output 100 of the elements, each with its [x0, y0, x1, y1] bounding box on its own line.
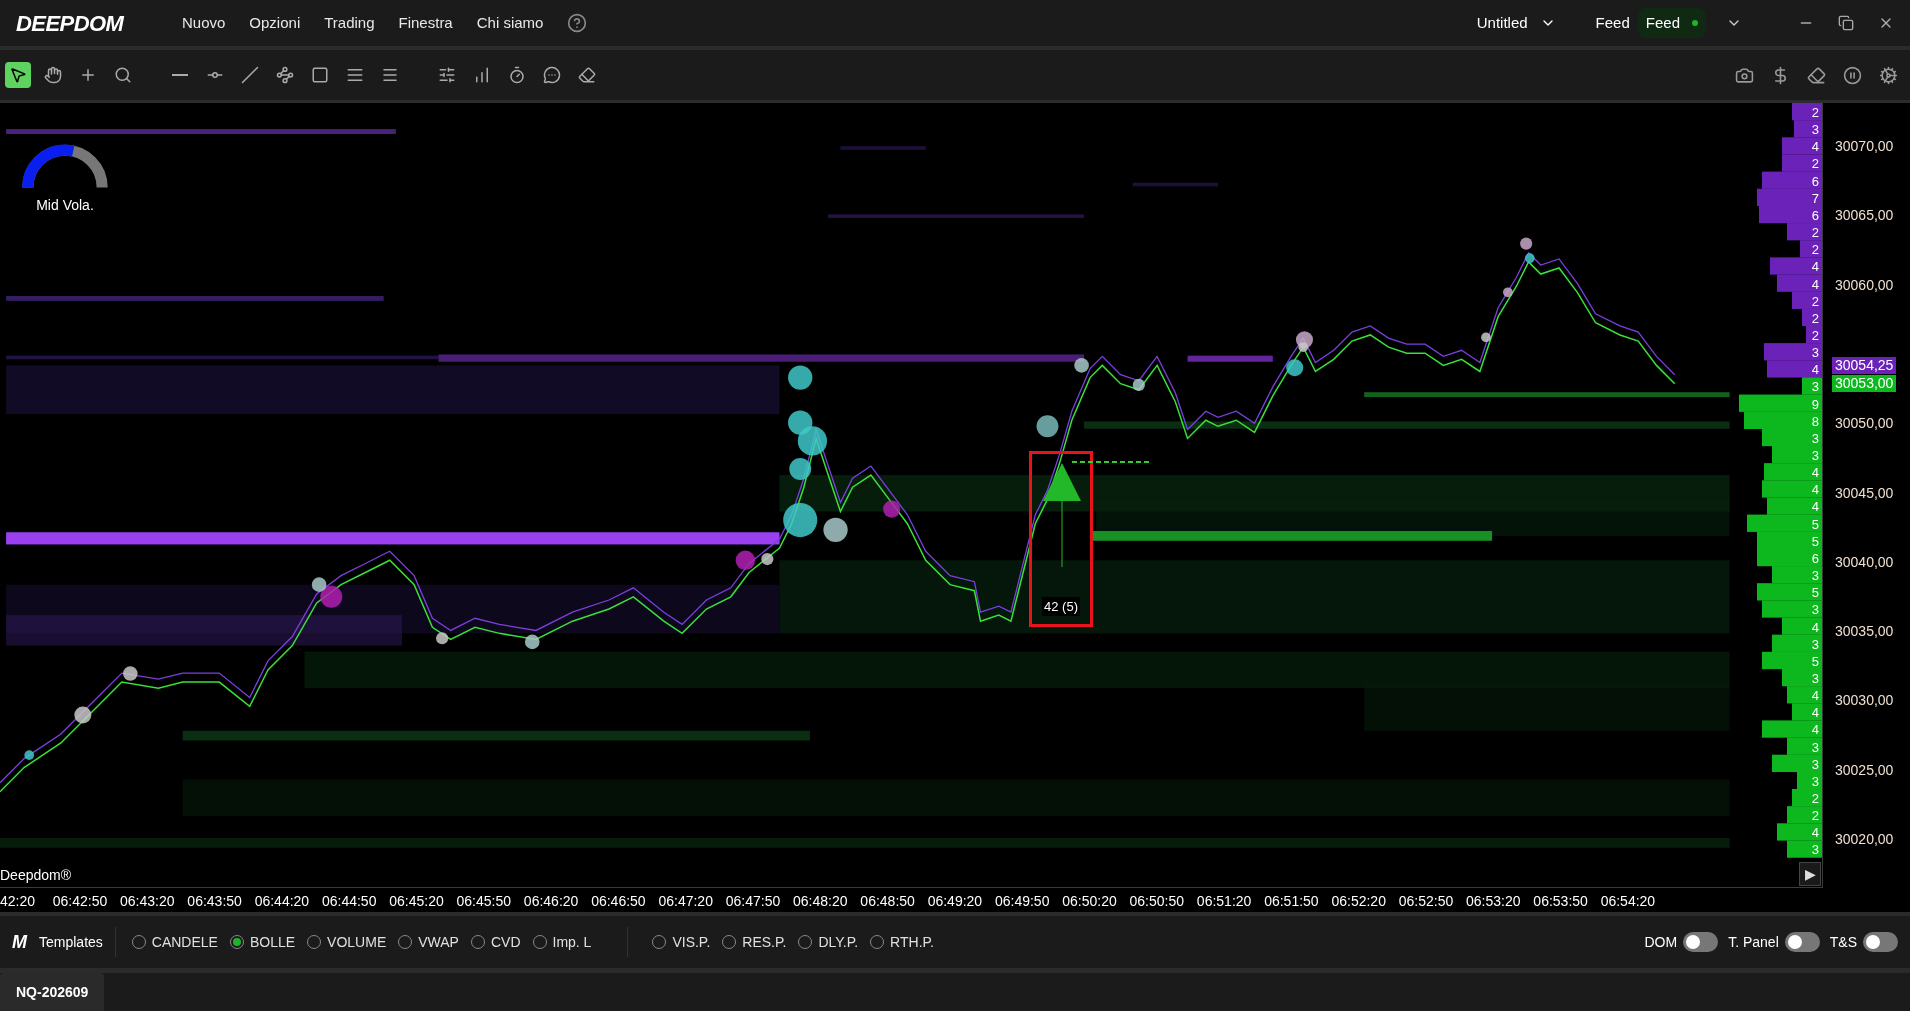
profile-bar	[1762, 480, 1822, 498]
layout-dropdown[interactable]: Untitled	[1476, 11, 1556, 35]
zoom-icon	[114, 66, 132, 84]
time-label: 06:51:50	[1264, 892, 1319, 911]
volume-bubble	[436, 632, 449, 645]
price-label: 30060,00	[1835, 276, 1894, 293]
volume-bubble	[1503, 287, 1513, 298]
profile-count: 5	[1811, 533, 1819, 549]
toggle-switch[interactable]	[1863, 932, 1898, 952]
profile-bar	[1772, 446, 1822, 464]
profile-count: 4	[1811, 482, 1819, 498]
price-label: 30045,00	[1835, 484, 1894, 501]
toggle-switch[interactable]	[1683, 932, 1719, 952]
profile-count: 2	[1811, 808, 1819, 824]
profile-bar	[1777, 823, 1822, 841]
scroll-right-button[interactable]: ▶	[1799, 862, 1821, 886]
settings-icon[interactable]	[1879, 65, 1898, 85]
profile-count: 3	[1811, 122, 1819, 138]
profile-count: 3	[1811, 773, 1819, 789]
profile-bar	[1794, 120, 1822, 138]
profile-count: 2	[1811, 293, 1819, 309]
price-label: 30040,00	[1835, 553, 1894, 570]
profile-count: 4	[1811, 825, 1819, 841]
help-icon[interactable]	[567, 13, 588, 33]
volume-bubble	[797, 426, 827, 456]
timer-icon	[508, 66, 526, 84]
template-radio[interactable]: VWAP	[398, 931, 459, 953]
price-label: 30065,00	[1835, 207, 1894, 224]
profile-count: 6	[1811, 550, 1819, 566]
profile-bar	[1787, 686, 1822, 704]
template-radio[interactable]: DLY.P.	[798, 931, 859, 953]
template-radio[interactable]: Imp. L	[532, 931, 592, 953]
time-label: 06:42:50	[52, 892, 108, 911]
volume-bubble	[74, 706, 92, 724]
bar-chart-icon	[473, 66, 491, 84]
profile-count: 4	[1811, 139, 1819, 155]
toggle-label: DOM	[1644, 932, 1678, 952]
profile-count: 6	[1811, 173, 1819, 189]
pause-icon[interactable]	[1843, 65, 1862, 85]
template-radio[interactable]: BOLLE	[229, 931, 296, 953]
profile-count: 3	[1811, 379, 1819, 395]
profile-count: 4	[1811, 465, 1819, 481]
price-label: 30025,00	[1835, 761, 1894, 778]
time-label: 06:52:20	[1331, 892, 1386, 911]
profile-count: 3	[1811, 739, 1819, 755]
profile-bar	[1792, 789, 1822, 807]
trade-size-label: 42 (5)	[1042, 596, 1080, 616]
profile-count: 2	[1811, 791, 1819, 806]
time-label: 06:46:20	[523, 892, 579, 911]
feed-status-button[interactable]: Feed	[1637, 8, 1706, 38]
price-label: 30030,00	[1835, 692, 1894, 709]
eraser-icon[interactable]	[1807, 65, 1826, 85]
profile-count: 3	[1811, 602, 1819, 618]
last-price-tag: 30054,25	[1832, 357, 1897, 374]
price-label: 30070,00	[1835, 138, 1894, 154]
templates-logo: M	[12, 930, 27, 954]
profile-bar	[1787, 840, 1822, 858]
time-label: 06:50:20	[1062, 892, 1117, 911]
volume-bubble	[524, 634, 540, 650]
profile-count: 9	[1811, 396, 1819, 412]
profile-count: 2	[1811, 242, 1819, 258]
menu-item[interactable]: Opzioni	[249, 11, 301, 35]
volume-bubble	[123, 666, 138, 681]
hand-icon	[44, 66, 62, 84]
template-radio[interactable]: VOLUME	[307, 931, 387, 953]
volume-bubble	[788, 365, 813, 390]
profile-count: 5	[1811, 653, 1819, 669]
template-radio[interactable]: RTH.P.	[870, 931, 934, 953]
profile-count: 3	[1811, 670, 1819, 686]
time-label: 06:51:20	[1196, 892, 1252, 911]
camera-icon[interactable]	[1735, 65, 1754, 85]
profile-bar	[1767, 497, 1822, 515]
profile-bar	[1787, 806, 1822, 824]
menu-item[interactable]: Nuovo	[182, 11, 226, 35]
sliders-icon	[438, 66, 456, 84]
profile-count: 3	[1811, 842, 1819, 858]
volume-bubble	[24, 750, 35, 761]
levels-icon	[381, 66, 399, 84]
menu-item[interactable]: Finestra	[398, 11, 453, 35]
toggle-switch[interactable]	[1784, 932, 1820, 952]
profile-count: 6	[1811, 207, 1819, 223]
volume-bubble	[1524, 253, 1535, 264]
select-tool[interactable]	[5, 62, 31, 88]
profile-count: 3	[1811, 430, 1819, 446]
profile-count: 5	[1811, 516, 1819, 532]
profile-bar	[1772, 634, 1822, 652]
template-radio[interactable]: CVD	[470, 931, 521, 953]
price-label: 30020,00	[1835, 831, 1894, 847]
template-radio[interactable]: RES.P.	[722, 931, 787, 953]
menu-item[interactable]: Chi siamo	[476, 11, 544, 35]
restore-icon[interactable]	[1838, 15, 1854, 31]
template-radio[interactable]: VIS.P.	[652, 931, 711, 953]
time-label: 06:49:50	[994, 892, 1050, 911]
profile-count: 3	[1811, 636, 1819, 652]
menu-item[interactable]: Trading	[324, 11, 375, 35]
profile-count: 4	[1811, 276, 1819, 292]
instrument-tab[interactable]: NQ-202609	[0, 973, 105, 1011]
template-radio[interactable]: CANDELE	[131, 931, 218, 953]
templates-label: Templates	[39, 932, 103, 952]
lines-icon	[346, 66, 364, 84]
